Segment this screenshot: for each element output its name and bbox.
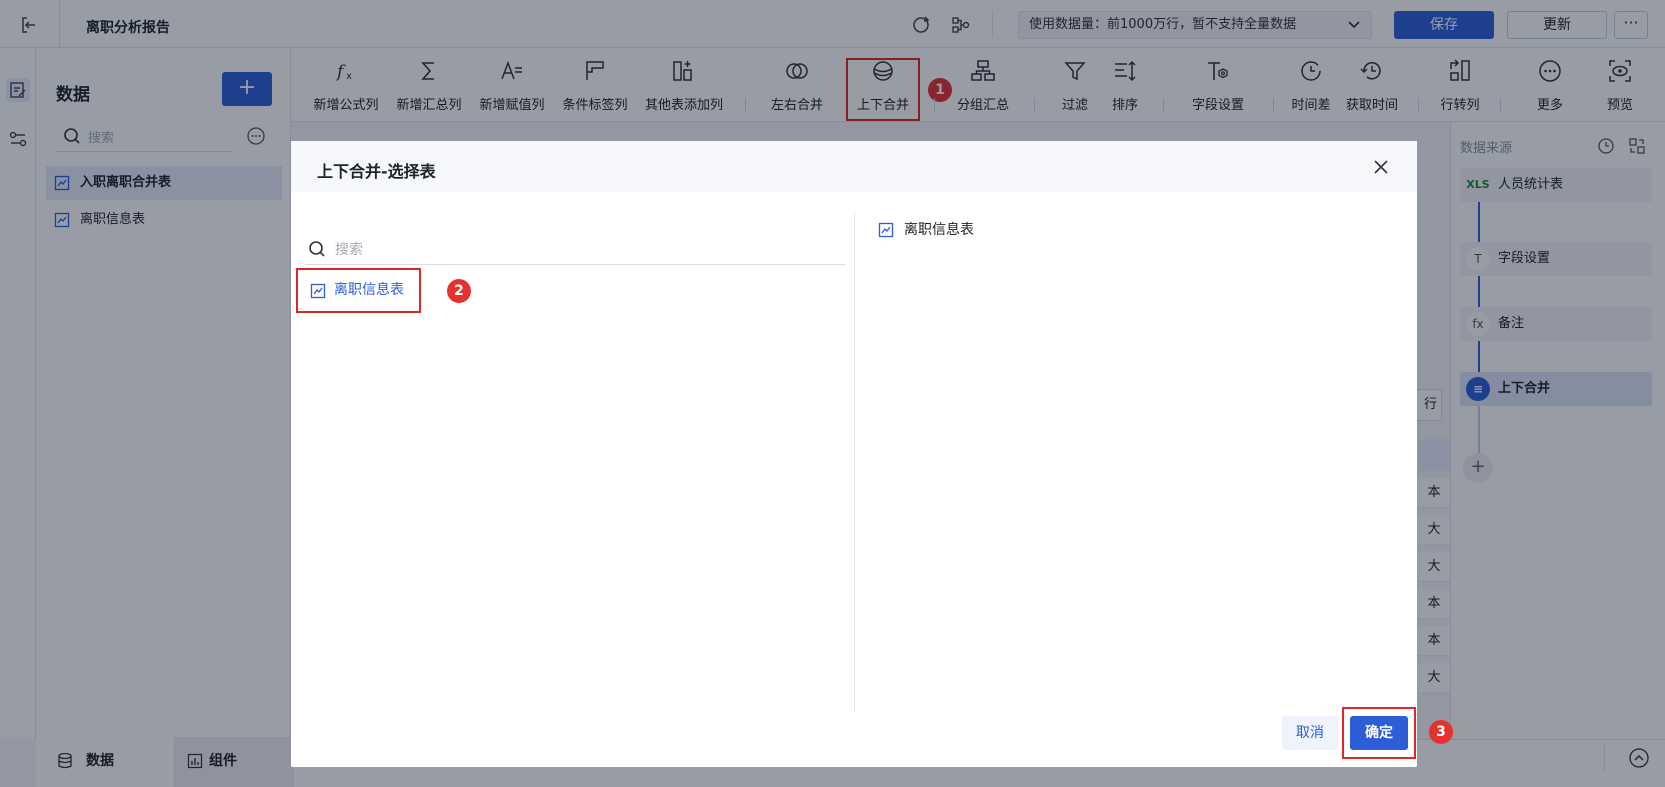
cancel-button[interactable]: 取消 [1282,716,1338,750]
divider [854,212,855,712]
table-chart-icon [878,222,894,238]
table-option[interactable]: 离职信息表 [296,268,421,313]
close-icon[interactable] [1371,157,1391,177]
dialog-search-input[interactable]: 搜索 [305,233,845,265]
dialog-title: 上下合并-选择表 [317,162,436,181]
selected-table-item: 离职信息表 [876,218,974,242]
dialog-header [291,141,1417,192]
table-chart-icon [310,283,326,299]
confirm-button[interactable]: 确定 [1350,716,1408,750]
search-icon [307,239,327,259]
step-badge: 2 [447,279,471,303]
search-placeholder: 搜索 [335,242,363,258]
selected-table-label: 离职信息表 [904,222,974,238]
table-option-label: 离职信息表 [334,282,404,298]
step-badge: 3 [1429,720,1453,744]
